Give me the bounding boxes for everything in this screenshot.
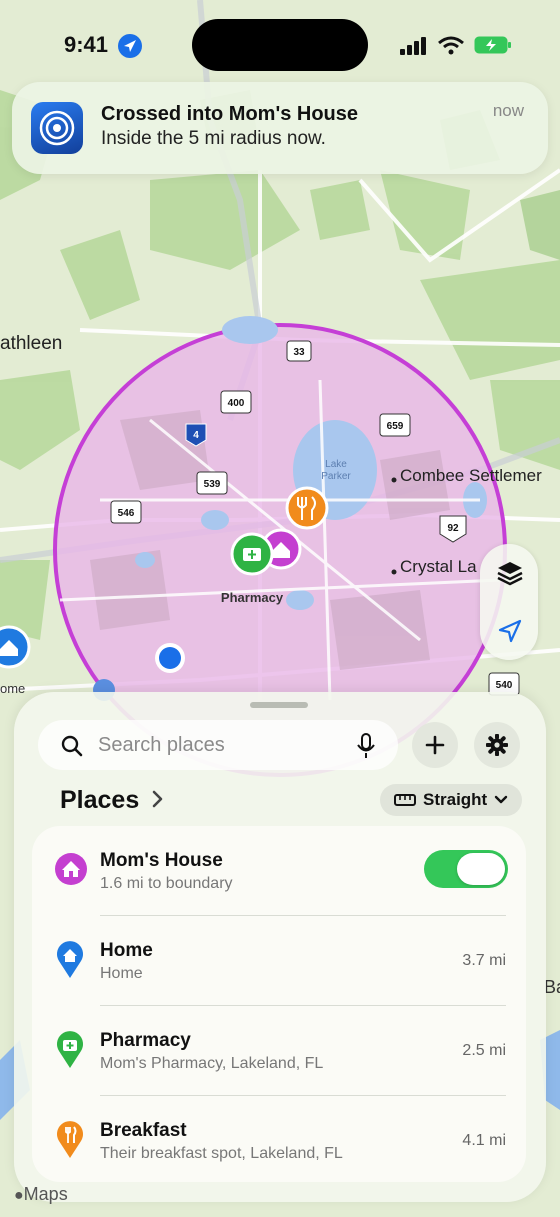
cellular-signal-icon bbox=[400, 37, 426, 55]
place-name: Breakfast bbox=[100, 1120, 187, 1141]
place-subtitle: Home bbox=[100, 965, 143, 982]
map-label-edge: Ba bbox=[544, 977, 560, 997]
breakfast-pin[interactable] bbox=[285, 486, 329, 530]
location-arrow-icon bbox=[118, 34, 142, 58]
recenter-location-button[interactable] bbox=[480, 602, 538, 660]
shield-400: 400 bbox=[228, 398, 245, 409]
gear-icon bbox=[486, 734, 508, 756]
map-label-lake: Lake bbox=[325, 459, 347, 470]
house-icon bbox=[57, 941, 83, 978]
toggle-knob bbox=[457, 853, 505, 885]
route-mode-label: Straight bbox=[423, 790, 488, 809]
search-input[interactable]: Search places bbox=[98, 734, 225, 757]
shield-539: 539 bbox=[204, 479, 221, 490]
chevron-down-icon bbox=[494, 795, 508, 804]
maps-legal-label: Maps bbox=[23, 1184, 68, 1204]
notification-time: now bbox=[492, 101, 524, 120]
place-distance: 2.5 mi bbox=[462, 1042, 506, 1059]
search-bar[interactable]: Search places bbox=[38, 720, 398, 770]
map-label-home: ome bbox=[0, 681, 25, 696]
shield-33: 33 bbox=[293, 347, 305, 358]
wifi-icon bbox=[438, 36, 464, 55]
shield-540: 540 bbox=[496, 680, 513, 691]
shield-us92: 92 bbox=[447, 523, 459, 534]
pharmacy-pin[interactable] bbox=[230, 532, 274, 576]
places-list: Mom's House 1.6 mi to boundary Home Home… bbox=[32, 826, 526, 1182]
geofence-notification[interactable]: Crossed into Mom's House Inside the 5 mi… bbox=[12, 82, 548, 174]
notification-title: Crossed into Mom's House bbox=[101, 103, 359, 125]
search-icon bbox=[61, 735, 83, 757]
layers-icon bbox=[497, 562, 523, 586]
place-name: Mom's House bbox=[100, 850, 223, 871]
app-target-icon bbox=[31, 102, 83, 154]
location-arrow-icon bbox=[498, 619, 522, 643]
place-subtitle: 1.6 mi to boundary bbox=[100, 875, 233, 892]
geofence-toggle[interactable] bbox=[424, 850, 508, 888]
sheet-grabber[interactable] bbox=[250, 702, 308, 708]
plus-icon bbox=[425, 735, 445, 755]
places-sheet: Search places Places Straight Mom's Hous… bbox=[14, 692, 546, 1202]
map-controls bbox=[480, 544, 538, 660]
place-distance: 4.1 mi bbox=[462, 1132, 506, 1149]
status-bar: 9:41 bbox=[0, 0, 560, 80]
place-subtitle: Mom's Pharmacy, Lakeland, FL bbox=[100, 1055, 324, 1072]
house-icon bbox=[55, 853, 87, 885]
maps-attribution[interactable]: ●Maps bbox=[14, 1184, 68, 1205]
place-name: Pharmacy bbox=[100, 1030, 191, 1051]
current-location-dot bbox=[155, 643, 185, 673]
map-label-combee: Combee Settlemer bbox=[400, 466, 542, 485]
list-item-pharmacy[interactable]: Pharmacy Mom's Pharmacy, Lakeland, FL 2.… bbox=[32, 1006, 526, 1096]
place-subtitle: Their breakfast spot, Lakeland, FL bbox=[100, 1145, 343, 1162]
microphone-icon[interactable] bbox=[356, 732, 376, 760]
list-item-moms-house[interactable]: Mom's House 1.6 mi to boundary bbox=[32, 826, 526, 916]
battery-charging-icon bbox=[474, 36, 511, 54]
places-heading[interactable]: Places bbox=[60, 786, 164, 815]
place-name: Home bbox=[100, 940, 153, 961]
notification-body: Inside the 5 mi radius now. bbox=[101, 128, 326, 149]
medical-kit-icon bbox=[57, 1031, 83, 1068]
status-time: 9:41 bbox=[64, 32, 109, 57]
map-label-kathleen: athleen bbox=[0, 333, 62, 354]
chevron-right-icon bbox=[152, 790, 163, 808]
add-place-button[interactable] bbox=[412, 722, 458, 768]
apple-logo-icon: ● bbox=[14, 1187, 24, 1204]
map-layers-button[interactable] bbox=[480, 544, 538, 602]
shield-659: 659 bbox=[387, 421, 404, 432]
home-pin[interactable] bbox=[0, 625, 31, 669]
list-item-home[interactable]: Home Home 3.7 mi bbox=[32, 916, 526, 1006]
settings-button[interactable] bbox=[474, 722, 520, 768]
dynamic-island bbox=[192, 19, 368, 71]
places-title: Places bbox=[60, 786, 140, 814]
ruler-icon bbox=[394, 794, 416, 806]
map-label-pharmacy: Pharmacy bbox=[221, 590, 284, 605]
fork-knife-icon bbox=[57, 1121, 83, 1158]
list-item-breakfast[interactable]: Breakfast Their breakfast spot, Lakeland… bbox=[32, 1096, 526, 1186]
map-label-crystal: Crystal La bbox=[400, 557, 477, 576]
shield-i4: 4 bbox=[193, 430, 199, 441]
place-distance: 3.7 mi bbox=[462, 952, 506, 969]
shield-546: 546 bbox=[118, 508, 135, 519]
map-label-parker: Parker bbox=[321, 471, 351, 482]
route-mode-button[interactable]: Straight bbox=[380, 784, 522, 816]
